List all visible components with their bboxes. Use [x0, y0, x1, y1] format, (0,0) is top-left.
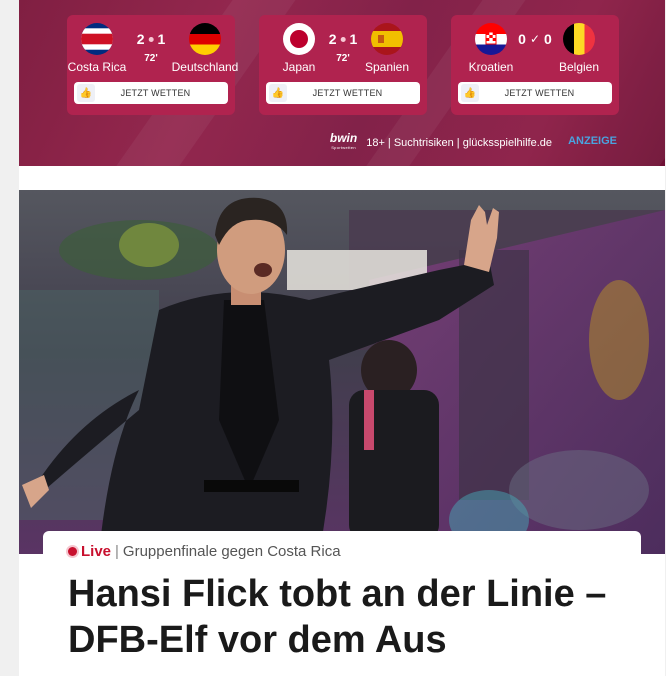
away-team-name: Belgien: [558, 60, 600, 74]
home-team: Costa Rica: [67, 23, 127, 74]
match-card-japan-spanien[interactable]: Japan 2 1 72' Spanien 👍 JETZT WETTEN: [259, 15, 427, 115]
ad-label: ANZEIGE: [568, 135, 617, 147]
page-column: Costa Rica 2 1 72' Deutschland 👍 JETZT W…: [19, 0, 665, 676]
match-minute: 72': [336, 53, 350, 64]
japan-flag-icon: [283, 23, 315, 55]
home-team: Japan: [269, 23, 329, 74]
live-dot-icon: [148, 36, 154, 42]
bwin-logo: bwin Sportwetten: [329, 131, 358, 150]
bet-now-label: JETZT WETTEN: [504, 88, 575, 98]
tagline-separator: |: [115, 543, 119, 560]
spain-flag-icon: [371, 23, 403, 55]
bet-now-label: JETZT WETTEN: [120, 88, 191, 98]
match-card-kroatien-belgien[interactable]: Kroatien 0 ✓ 0 Belgien 👍 JETZT WETTEN: [451, 15, 619, 115]
belgium-flag-icon: [563, 23, 595, 55]
live-indicator-icon: [68, 547, 77, 556]
germany-flag-icon: [189, 23, 221, 55]
away-team-name: Spanien: [364, 60, 410, 74]
hero-image[interactable]: [19, 190, 665, 554]
disclaimer-text: 18+ | Suchtrisiken | glücksspielhilfe.de: [366, 137, 552, 149]
bet-now-label: JETZT WETTEN: [312, 88, 383, 98]
thumbs-up-icon: 👍: [461, 84, 479, 102]
thumbs-up-icon: 👍: [269, 84, 287, 102]
article-topic: Gruppenfinale gegen Costa Rica: [122, 543, 341, 560]
live-dot-icon: [340, 36, 346, 42]
article-headline[interactable]: Hansi Flick tobt an der Linie – DFB-Elf …: [68, 571, 628, 663]
costa-rica-flag-icon: [81, 23, 113, 55]
home-team-name: Kroatien: [468, 60, 514, 74]
article-teaser-card[interactable]: Live | Gruppenfinale gegen Costa Rica Ha…: [43, 531, 641, 676]
away-team: Belgien: [549, 23, 609, 74]
match-card-costa-rica-deutschland[interactable]: Costa Rica 2 1 72' Deutschland 👍 JETZT W…: [67, 15, 238, 115]
live-label: Live: [81, 543, 112, 560]
article-tagline: Live | Gruppenfinale gegen Costa Rica: [68, 543, 341, 560]
croatia-flag-icon: [475, 23, 507, 55]
home-team: Kroatien: [461, 23, 521, 74]
thumbs-up-icon: 👍: [77, 84, 95, 102]
match-score: 2 1: [137, 31, 166, 47]
away-team: Spanien: [357, 23, 417, 74]
match-score: 2 1: [329, 31, 358, 47]
away-team: Deutschland: [165, 23, 245, 74]
bet-now-button[interactable]: 👍 JETZT WETTEN: [74, 82, 228, 104]
match-minute: 72': [144, 53, 158, 64]
home-score: 2: [328, 31, 337, 47]
home-score: 0: [518, 31, 526, 47]
ad-disclaimer: bwin Sportwetten 18+ | Suchtrisiken | gl…: [329, 131, 552, 152]
home-team-name: Costa Rica: [67, 60, 127, 74]
home-score: 2: [136, 31, 145, 47]
home-team-name: Japan: [282, 60, 316, 74]
bet-now-button[interactable]: 👍 JETZT WETTEN: [458, 82, 612, 104]
bet-now-button[interactable]: 👍 JETZT WETTEN: [266, 82, 420, 104]
match-score: 0 ✓ 0: [518, 31, 552, 47]
away-team-name: Deutschland: [171, 60, 239, 74]
betting-ad-banner[interactable]: Costa Rica 2 1 72' Deutschland 👍 JETZT W…: [19, 0, 665, 166]
check-icon: ✓: [529, 32, 541, 46]
